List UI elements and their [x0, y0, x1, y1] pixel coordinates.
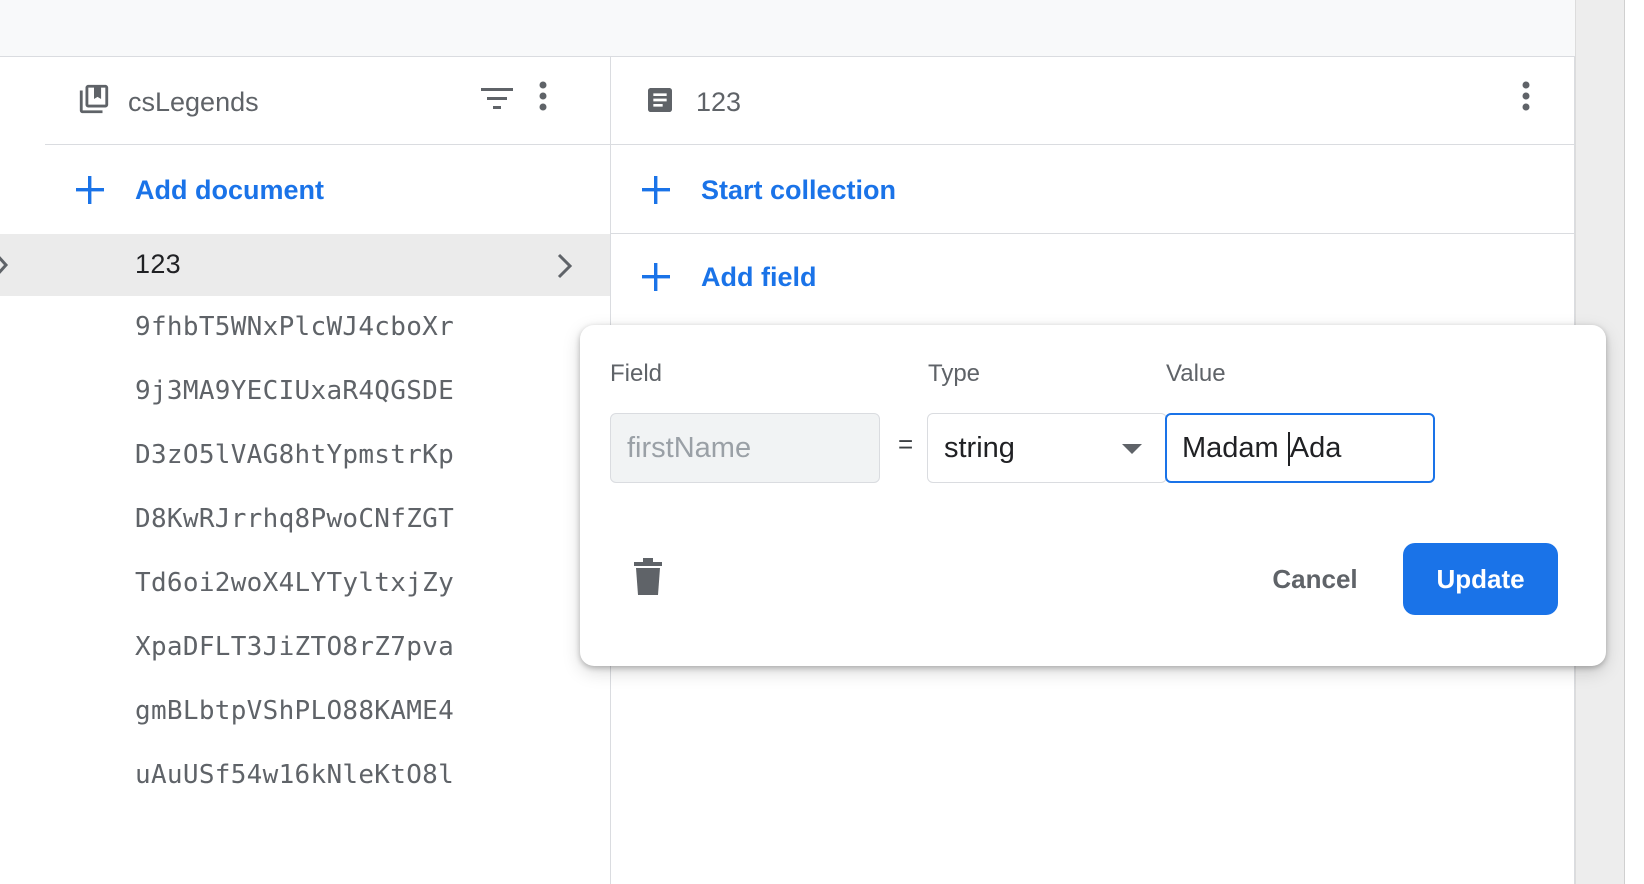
document-id: 9fhbT5WNxPlcWJ4cboXr: [135, 312, 455, 342]
document-id: D8KwRJrrhq8PwoCNfZGT: [135, 504, 455, 534]
start-collection-label: Start collection: [701, 175, 897, 205]
document-header: 123: [611, 57, 1574, 145]
equals-sign: =: [898, 429, 914, 459]
trash-icon[interactable]: [633, 558, 663, 596]
field-name-input: firstName: [610, 413, 880, 483]
document-id: D3zO5lVAG8htYpmstrKp: [135, 440, 455, 470]
add-field-button[interactable]: Add field: [611, 234, 1574, 322]
document-item[interactable]: D8KwRJrrhq8PwoCNfZGT: [45, 488, 610, 552]
root-panel: [0, 57, 46, 884]
collection-panel: csLegends Add document 123 9fhbT5WNxPlcW…: [45, 57, 611, 884]
document-item[interactable]: uAuUSf54w16kNleKtO8l: [45, 744, 610, 808]
document-id: 123: [135, 249, 181, 279]
document-item[interactable]: Td6oi2woX4LYTyltxjZy: [45, 552, 610, 616]
add-document-label: Add document: [135, 175, 324, 205]
document-more-icon[interactable]: [1516, 79, 1536, 115]
top-toolbar: [0, 0, 1575, 57]
cancel-button[interactable]: Cancel: [1240, 543, 1390, 615]
type-select[interactable]: string: [927, 413, 1167, 483]
field-column-label: Field: [610, 360, 663, 387]
document-icon: [648, 88, 672, 112]
dropdown-caret-icon: [1122, 444, 1142, 454]
document-item[interactable]: D3zO5lVAG8htYpmstrKp: [45, 424, 610, 488]
chevron-right-icon: [557, 253, 573, 279]
value-column-label: Value: [1166, 360, 1226, 387]
document-id: 9j3MA9YECIUxaR4QGSDE: [135, 376, 455, 406]
document-id: gmBLbtpVShPLO88KAME4: [135, 696, 455, 726]
collection-title: csLegends: [128, 87, 259, 117]
plus-icon: [642, 176, 670, 204]
window-edge: [1624, 0, 1644, 884]
value-text-before-cursor: Madam: [1182, 432, 1287, 464]
plus-icon: [76, 176, 104, 204]
chevron-right-icon: [0, 256, 9, 274]
type-column-label: Type: [928, 360, 981, 387]
plus-icon: [642, 263, 670, 291]
document-item[interactable]: 9fhbT5WNxPlcWJ4cboXr: [45, 296, 610, 360]
add-field-label: Add field: [701, 262, 817, 292]
type-select-value: string: [944, 432, 1015, 464]
value-text-after-cursor: Ada: [1289, 432, 1342, 464]
edit-field-dialog: Field Type Value firstName = string Mada…: [580, 325, 1606, 666]
collection-icon: [79, 84, 109, 114]
document-id: Td6oi2woX4LYTyltxjZy: [135, 568, 455, 598]
document-title: 123: [696, 87, 742, 117]
update-button[interactable]: Update: [1403, 543, 1558, 615]
value-input[interactable]: Madam Ada: [1165, 413, 1435, 483]
document-id: XpaDFLT3JiZTO8rZ7pva: [135, 632, 455, 662]
collection-more-icon[interactable]: [533, 79, 553, 115]
start-collection-button[interactable]: Start collection: [611, 145, 1574, 234]
document-id: uAuUSf54w16kNleKtO8l: [135, 760, 455, 790]
document-item[interactable]: 9j3MA9YECIUxaR4QGSDE: [45, 360, 610, 424]
document-item[interactable]: gmBLbtpVShPLO88KAME4: [45, 680, 610, 744]
document-item-selected[interactable]: 123: [45, 234, 610, 296]
collection-header: csLegends: [45, 57, 610, 145]
document-list: 123 9fhbT5WNxPlcWJ4cboXr 9j3MA9YECIUxaR4…: [45, 234, 610, 808]
filter-icon[interactable]: [479, 81, 515, 117]
add-document-button[interactable]: Add document: [45, 145, 610, 233]
document-item[interactable]: XpaDFLT3JiZTO8rZ7pva: [45, 616, 610, 680]
